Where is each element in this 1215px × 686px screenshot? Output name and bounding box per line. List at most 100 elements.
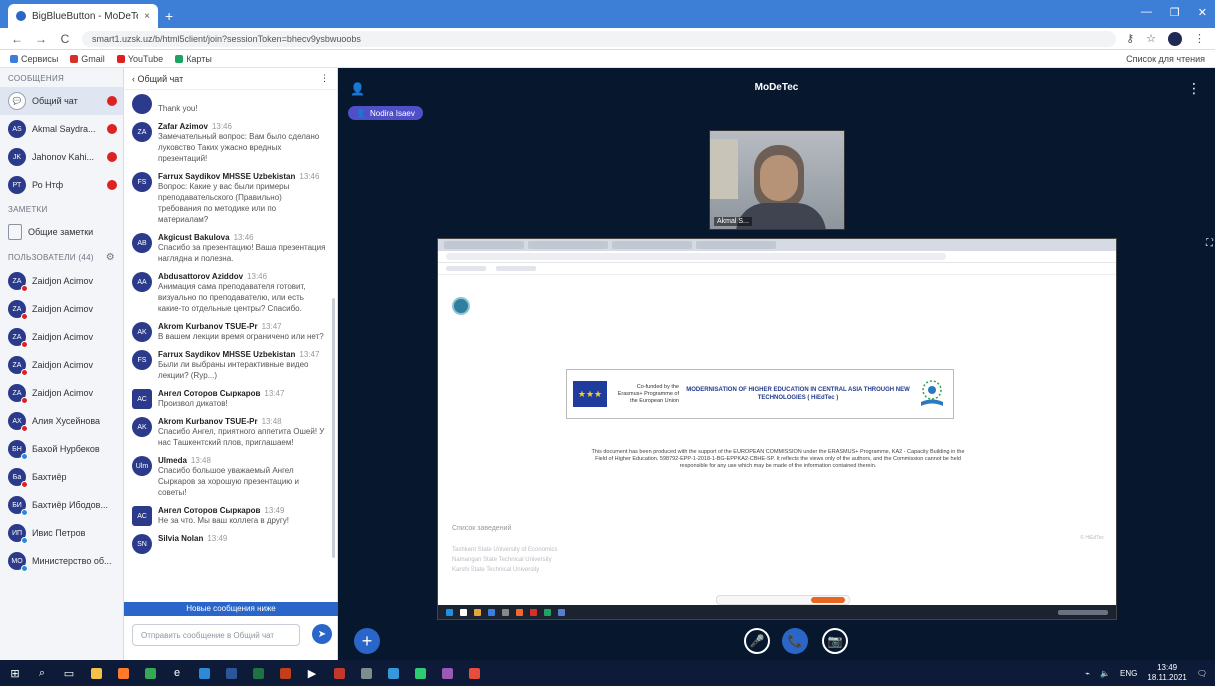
avatar: FS xyxy=(132,350,152,370)
unread-badge xyxy=(107,152,117,162)
user-list-item[interactable]: ZA Zaidjon Acimov xyxy=(0,267,123,295)
chat-message-input[interactable]: Отправить сообщение в Общий чат xyxy=(132,624,300,646)
word-icon[interactable] xyxy=(224,666,238,680)
tab-close-icon[interactable]: × xyxy=(144,11,150,22)
reading-list-link[interactable]: Список для чтения xyxy=(1126,54,1205,64)
minimize-icon[interactable]: — xyxy=(1141,6,1152,19)
task-view-icon[interactable]: ▭ xyxy=(62,666,76,680)
project-title: MODERNISATION OF HIGHER EDUCATION IN CEN… xyxy=(686,387,910,401)
microphone-icon[interactable]: 🎤 xyxy=(744,628,770,654)
sidebar-chat-item[interactable]: РТ Ро Нтф xyxy=(0,171,123,199)
notes-icon xyxy=(8,224,22,240)
excel-icon[interactable] xyxy=(251,666,265,680)
user-list-item[interactable]: ZA Zaidjon Acimov xyxy=(0,379,123,407)
new-messages-bar[interactable]: Новые сообщения ниже xyxy=(124,602,338,616)
search-icon[interactable]: ⌕ xyxy=(35,666,49,680)
maximize-icon[interactable]: ❐ xyxy=(1170,6,1180,19)
message-body: Akrom Kurbanov TSUE-Pr 13:47 В вашем лекци… xyxy=(158,322,327,342)
presenter-badge[interactable]: 👤 Nodira Isaev xyxy=(348,106,423,120)
message-author: Farrux Saydikov MHSSE Uzbekistan 13:46 xyxy=(158,172,327,181)
chat-message: AA Abdusattorov Aziddov 13:46 Анимация сама… xyxy=(124,268,337,318)
store-icon[interactable] xyxy=(197,666,211,680)
profile-avatar[interactable] xyxy=(1168,31,1182,46)
message-body: Ангел Соторов Сыркаров 13:49 Не за что. Мы… xyxy=(158,506,327,526)
chat-message: Ulm Ulmeda 13:48 Спасибо большое уважаемый … xyxy=(124,452,337,502)
actions-plus-button[interactable]: + xyxy=(354,628,380,654)
chat-message: FS Farrux Saydikov MHSSE Uzbekistan 13:46 В… xyxy=(124,168,337,229)
explorer-icon[interactable] xyxy=(89,666,103,680)
new-tab-button[interactable]: + xyxy=(165,8,173,24)
bookmark-item[interactable]: Карты xyxy=(175,54,212,64)
browser-menu-icon[interactable]: ⋮ xyxy=(1194,32,1205,46)
options-menu-icon[interactable]: ⋮ xyxy=(1187,80,1201,97)
institution-item: Tashkent State University of Economics xyxy=(452,547,558,553)
left-sidebar: СООБЩЕНИЯ 💬 Общий чат AS Akmal Saydra... JK J… xyxy=(0,68,124,660)
user-name: Бахтиёр Ибодов... xyxy=(32,500,108,510)
app-icon[interactable] xyxy=(332,666,346,680)
chat-scrollbar[interactable] xyxy=(332,298,335,558)
close-window-icon[interactable]: ✕ xyxy=(1198,6,1207,19)
user-list-item[interactable]: ZA Zaidjon Acimov xyxy=(0,295,123,323)
leave-call-icon[interactable]: 📞 xyxy=(782,628,808,654)
sidebar-chat-item[interactable]: 💬 Общий чат xyxy=(0,87,123,115)
app-icon[interactable] xyxy=(440,666,454,680)
language-indicator[interactable]: ENG xyxy=(1120,669,1137,678)
user-list-item[interactable]: ZA Zaidjon Acimov xyxy=(0,351,123,379)
notifications-icon[interactable]: 🗨 xyxy=(1197,669,1207,678)
institutions-list: Tashkent State University of Economics Na… xyxy=(452,545,557,575)
firefox-icon[interactable] xyxy=(116,666,130,680)
shared-notes-item[interactable]: Общие заметки xyxy=(0,218,123,246)
user-status-icon xyxy=(21,341,28,348)
chrome-icon[interactable] xyxy=(143,666,157,680)
key-icon[interactable]: ⚷ xyxy=(1126,32,1134,46)
chat-menu-icon[interactable]: ⋮ xyxy=(320,73,329,84)
avatar: РТ xyxy=(8,176,26,194)
user-list-item[interactable]: ZA Zaidjon Acimov xyxy=(0,323,123,351)
user-list-item[interactable]: Ба Бахтиёр xyxy=(0,463,123,491)
webcam-video[interactable]: Akmal S... xyxy=(709,130,845,230)
bookmark-item[interactable]: YouTube xyxy=(116,54,163,64)
url-input[interactable]: smart1.uzsk.uz/b/html5client/join?sessio… xyxy=(82,30,1117,47)
user-list-item[interactable]: БН Бахой Нурбеков xyxy=(0,435,123,463)
sidebar-chat-item[interactable]: JK Jahonov Kahi... xyxy=(0,143,123,171)
bookmark-label: Сервисы xyxy=(21,53,59,64)
bookmark-item[interactable]: Gmail xyxy=(70,54,105,64)
user-list-item[interactable]: ИП Ивис Петров xyxy=(0,519,123,547)
windows-start-icon[interactable]: ⊞ xyxy=(8,666,22,680)
media-player-icon[interactable]: ▶ xyxy=(305,666,319,680)
gear-icon[interactable]: ⚙ xyxy=(106,252,115,263)
star-icon[interactable]: ☆ xyxy=(1146,32,1156,46)
browser-tab[interactable]: BigBlueButton - MoDeTec × xyxy=(8,4,158,28)
fullscreen-icon[interactable]: ⛶ xyxy=(1206,238,1213,249)
message-time: 13:46 xyxy=(299,172,320,181)
chat-back-button[interactable]: ‹ Общий чат xyxy=(132,74,320,84)
app-icon[interactable] xyxy=(386,666,400,680)
back-button[interactable]: ← xyxy=(10,32,24,46)
disclaimer-text: This document has been produced with the… xyxy=(591,449,965,469)
app-icon[interactable] xyxy=(467,666,481,680)
powerpoint-icon[interactable] xyxy=(278,666,292,680)
sidebar-chat-item[interactable]: AS Akmal Saydra... xyxy=(0,115,123,143)
app-icon[interactable] xyxy=(359,666,373,680)
app-icon[interactable] xyxy=(413,666,427,680)
shared-notes-label: Общие заметки xyxy=(28,227,94,237)
network-icon[interactable]: ⌁ xyxy=(1085,669,1090,678)
user-list-item[interactable]: АХ Алия Хусейнова xyxy=(0,407,123,435)
message-time: 13:49 xyxy=(264,506,285,515)
message-body: Abdusattorov Aziddov 13:46 Анимация сама п… xyxy=(158,272,327,314)
windows-taskbar: ⊞ ⌕ ▭ e ▶ ⌁ 🔈 ENG 13:49 18.11.2021 🗨 xyxy=(0,660,1215,686)
tab-favicon-icon xyxy=(16,11,26,21)
shared-screen: ★★★ Co-funded by the Erasmus+ Programme … xyxy=(437,238,1117,620)
user-list-item[interactable]: МО Министерство об... xyxy=(0,547,123,575)
volume-icon[interactable]: 🔈 xyxy=(1100,669,1110,678)
message-body: Akrom Kurbanov TSUE-Pr 13:48 Спасибо Ангел… xyxy=(158,417,327,448)
bookmark-item[interactable]: Сервисы xyxy=(10,54,58,64)
forward-button[interactable]: → xyxy=(34,32,48,46)
reload-button[interactable]: C xyxy=(58,32,72,46)
avatar: ZA xyxy=(8,384,28,404)
user-list-item[interactable]: БИ Бахтиёр Ибодов... xyxy=(0,491,123,519)
send-icon[interactable]: ➤ xyxy=(312,624,332,644)
clock[interactable]: 13:49 18.11.2021 xyxy=(1147,663,1186,683)
camera-icon[interactable]: 📷 xyxy=(822,628,848,654)
edge-icon[interactable]: e xyxy=(170,666,184,680)
